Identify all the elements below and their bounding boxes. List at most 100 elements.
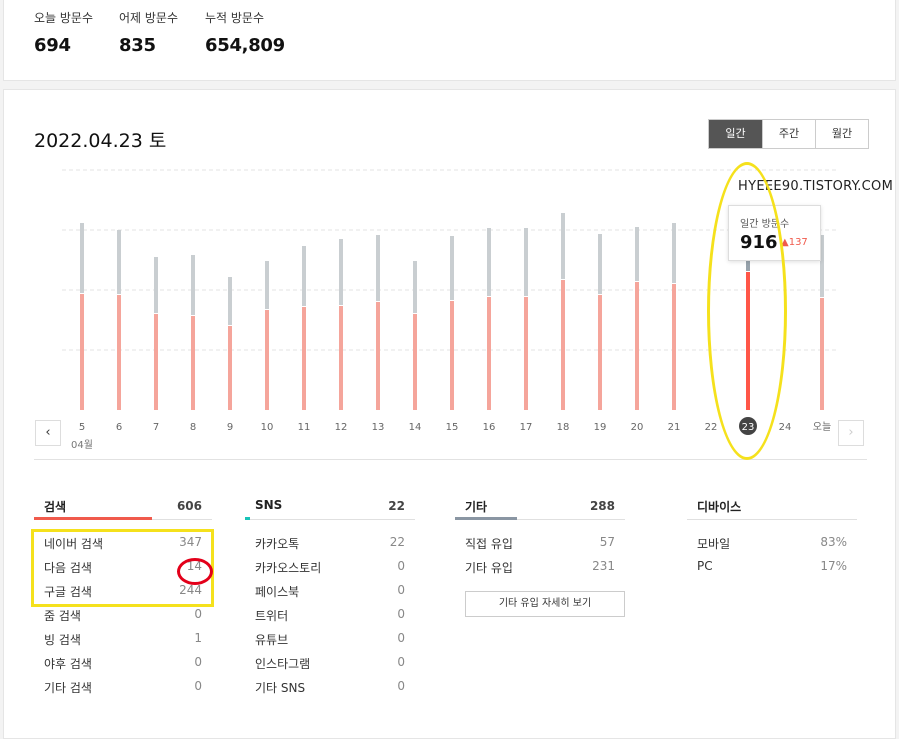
bar-segment-main — [376, 302, 380, 410]
x-tick-label: 8 — [190, 422, 196, 433]
bar-segment-main — [265, 310, 269, 410]
prev-button[interactable]: ‹ — [35, 420, 61, 446]
x-tick-label: 11 — [298, 422, 311, 433]
bar-segment-top — [487, 228, 491, 296]
today-visits: 오늘 방문수 694 — [34, 9, 93, 56]
etc-stats-total: 288 — [589, 499, 615, 513]
etc-row-label: 직접 유입 — [465, 537, 513, 551]
etc-row: 직접 유입 57 — [455, 532, 625, 556]
device-row-label: PC — [697, 559, 713, 573]
sns-stats-title: SNS — [255, 498, 283, 512]
x-tick-label: 22 — [705, 422, 718, 433]
search-row-label: 야후 검색 — [44, 657, 92, 671]
bar-segment-top — [302, 246, 306, 306]
sns-row: 페이스북 0 — [245, 580, 415, 604]
x-tick-label: 20 — [631, 422, 644, 433]
month-label: 04월 — [71, 440, 93, 451]
bar-segment-top — [154, 257, 158, 313]
device-row-value: 17% — [820, 559, 847, 573]
etc-row-label: 기타 유입 — [465, 561, 513, 575]
sns-row: 유튜브 0 — [245, 628, 415, 652]
bar-segment-top — [672, 223, 676, 283]
tooltip-diff-value: 137 — [788, 237, 808, 248]
sns-row-value: 0 — [397, 631, 405, 645]
etc-stats-header: 기타 288 — [455, 494, 625, 520]
x-tick-label: 5 — [79, 422, 85, 433]
x-tick-label: 17 — [520, 422, 533, 433]
search-row-value: 0 — [194, 655, 202, 669]
yesterday-visits-value: 835 — [119, 35, 156, 56]
search-row: 야후 검색 0 — [34, 652, 212, 676]
x-tick-label: 21 — [668, 422, 681, 433]
sns-row-label: 인스타그램 — [255, 657, 311, 671]
search-row-label: 줌 검색 — [44, 609, 81, 623]
sns-row: 인스타그램 0 — [245, 652, 415, 676]
bar-segment-main — [80, 294, 84, 410]
device-stats: 디바이스 모바일 83% PC 17% — [687, 494, 857, 580]
sns-row-label: 기타 SNS — [255, 681, 306, 695]
bar-segment-main — [450, 301, 454, 410]
bar-segment-main — [191, 316, 195, 410]
x-tick-label: 9 — [227, 422, 233, 433]
bar-segment-main — [413, 314, 417, 410]
sns-row-label: 페이스북 — [255, 585, 300, 599]
search-row: 줌 검색 0 — [34, 604, 212, 628]
sns-row-label: 유튜브 — [255, 633, 289, 647]
device-row: 모바일 83% — [687, 532, 857, 556]
etc-accent-bar — [455, 517, 517, 520]
x-tick-label: 14 — [409, 422, 422, 433]
etc-detail-button[interactable]: 기타 유입 자세히 보기 — [465, 591, 625, 617]
x-tick-label: 7 — [153, 422, 159, 433]
device-row: PC 17% — [687, 556, 857, 580]
bar-segment-main — [302, 307, 306, 410]
stats-main-card: 2022.04.23 토 일간 주간 월간 5 6 7 8 9 10 11 12 13 14 15 1… — [3, 89, 896, 739]
x-tick-label: 18 — [557, 422, 570, 433]
sns-row-value: 0 — [397, 583, 405, 597]
today-visits-label: 오늘 방문수 — [34, 11, 94, 25]
sns-stats-list: 카카오톡 22 카카오스토리 0 페이스북 0 트위터 0 유튜브 0 인스타그램 0 기타 SNS 0 — [245, 532, 415, 700]
search-row-label: 빙 검색 — [44, 633, 81, 647]
sns-stats-total: 22 — [388, 499, 405, 513]
bar-segment-top — [191, 255, 195, 315]
x-tick-label: 6 — [116, 422, 122, 433]
bar-segment-top — [376, 235, 380, 301]
x-tick-label: 16 — [483, 422, 496, 433]
total-visits: 누적 방문수 654,809 — [205, 9, 285, 56]
sns-row-value: 22 — [389, 535, 405, 549]
bar-segment-top — [561, 213, 565, 279]
bar-segment-top — [80, 223, 84, 293]
sns-row: 기타 SNS 0 — [245, 676, 415, 700]
search-row-value: 0 — [194, 679, 202, 693]
bar-segment-top — [598, 234, 602, 294]
total-visits-value: 654,809 — [205, 35, 285, 56]
device-row-value: 83% — [820, 535, 847, 549]
x-tick-label: 10 — [261, 422, 274, 433]
bar-segment-main — [339, 306, 343, 410]
bar-segment-main — [635, 282, 639, 410]
search-stats-total: 606 — [176, 499, 202, 513]
search-row: 기타 검색 0 — [34, 676, 212, 700]
device-stats-header: 디바이스 — [687, 494, 857, 520]
bar-segment-main — [820, 298, 824, 410]
sns-accent-bar — [245, 517, 250, 520]
yesterday-visits: 어제 방문수 835 — [119, 9, 178, 56]
sns-row-label: 카카오스토리 — [255, 561, 322, 575]
visitor-summary-card: 오늘 방문수 694 어제 방문수 835 누적 방문수 654,809 — [3, 0, 896, 81]
sns-row-value: 0 — [397, 607, 405, 621]
bar-segment-main — [117, 295, 121, 410]
sns-row-label: 카카오톡 — [255, 537, 300, 551]
sns-row: 트위터 0 — [245, 604, 415, 628]
sns-row-label: 트위터 — [255, 609, 289, 623]
search-stats-title: 검색 — [44, 500, 67, 514]
device-stats-title: 디바이스 — [697, 500, 742, 514]
bar-segment-top — [228, 277, 232, 325]
etc-row-value: 57 — [599, 535, 615, 549]
next-button[interactable]: › — [838, 420, 864, 446]
search-row: 빙 검색 1 — [34, 628, 212, 652]
bar-segment-main — [598, 295, 602, 410]
search-row-value: 0 — [194, 607, 202, 621]
bar-segment-main — [524, 297, 528, 410]
search-stats-header: 검색 606 — [34, 494, 212, 520]
total-visits-label: 누적 방문수 — [205, 11, 265, 25]
yesterday-visits-label: 어제 방문수 — [119, 11, 179, 25]
